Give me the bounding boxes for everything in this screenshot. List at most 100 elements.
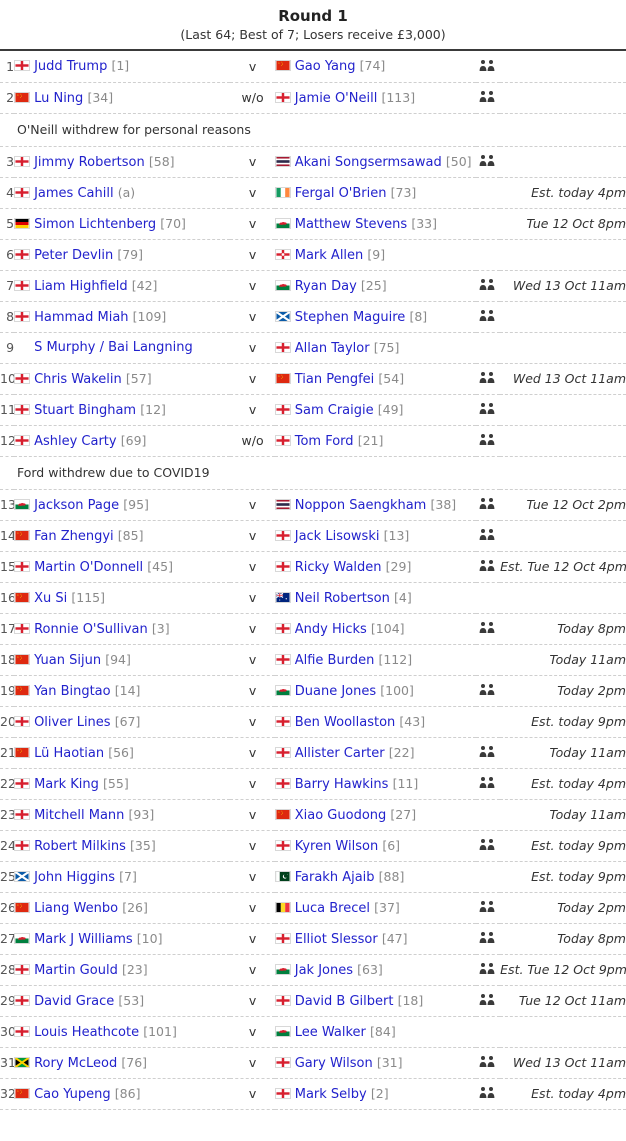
two-people-icon[interactable] [478,433,498,446]
player-one-name[interactable]: David Grace [34,994,114,1009]
versus-separator: v [230,1078,275,1110]
player-one-rank: [1] [111,58,130,74]
player-two-name[interactable]: Matthew Stevens [295,217,407,232]
two-people-icon[interactable] [478,962,498,975]
player-two-name[interactable]: Jack Lisowski [295,529,380,544]
player-two-name[interactable]: Tian Pengfei [295,372,375,387]
player-two-name[interactable]: Kyren Wilson [295,839,378,854]
player-two-name[interactable]: Farakh Ajaib [295,870,375,885]
player-one-name[interactable]: Judd Trump [34,59,107,74]
player-one-name[interactable]: James Cahill [34,186,114,201]
player-one-name[interactable]: Hammad Miah [34,310,128,325]
two-people-icon[interactable] [478,1086,498,1099]
player-two-name[interactable]: Allan Taylor [295,341,370,356]
player-two-name[interactable]: Alfie Burden [295,653,375,668]
player-one-name[interactable]: Martin O'Donnell [34,560,143,575]
two-people-icon[interactable] [478,90,498,103]
player-one-name[interactable]: Fan Zhengyi [34,529,114,544]
player-two-name[interactable]: David B Gilbert [295,994,394,1009]
two-people-icon[interactable] [478,900,498,913]
player-one-name[interactable]: Simon Lichtenberg [34,217,156,232]
player-two-name[interactable]: Sam Craigie [295,403,374,418]
player-one-name[interactable]: Lü Haotian [34,746,104,761]
match-time [500,520,626,552]
player-one-name[interactable]: Robert Milkins [34,839,126,854]
player-one-name[interactable]: Xu Si [34,591,67,606]
player-two-name[interactable]: Andy Hicks [295,622,367,637]
player-one-name[interactable]: Ashley Carty [34,434,117,449]
session-cell [476,1016,501,1048]
two-people-icon[interactable] [478,402,498,415]
player-one-name[interactable]: Mark King [34,777,99,792]
match-number: 27 [0,923,15,955]
player-one-name[interactable]: Chris Wakelin [34,372,122,387]
player-one-name[interactable]: Louis Heathcote [34,1025,139,1040]
player-two-name[interactable]: Elliot Slessor [295,932,378,947]
player-one-name[interactable]: Rory McLeod [34,1056,117,1071]
player-two-name[interactable]: Ben Woollaston [295,715,396,730]
player-two-name[interactable]: Barry Hawkins [295,777,389,792]
player-two-name[interactable]: Jak Jones [295,963,353,978]
player-one-name[interactable]: Yuan Sijun [34,653,101,668]
player-two-name[interactable]: Fergal O'Brien [295,186,387,201]
two-people-icon[interactable] [478,621,498,634]
player-two-name[interactable]: Noppon Saengkham [295,498,427,513]
two-people-icon[interactable] [478,559,498,572]
player-two-name[interactable]: Gao Yang [295,59,356,74]
two-people-icon[interactable] [478,1055,498,1068]
player-one-name[interactable]: Cao Yupeng [34,1087,111,1102]
two-people-icon[interactable] [478,993,498,1006]
two-people-icon[interactable] [478,154,498,167]
two-people-icon[interactable] [478,278,498,291]
withdrawal-note-row: Ford withdrew due to COVID19 [0,456,626,490]
player-one-name[interactable]: Jackson Page [34,498,119,513]
player-two-name[interactable]: Lee Walker [295,1025,366,1040]
player-two-name[interactable]: Xiao Guodong [295,808,387,823]
player-two-name[interactable]: Akani Songsermsawad [295,155,442,170]
player-one-name[interactable]: Martin Gould [34,963,118,978]
two-people-icon[interactable] [478,931,498,944]
player-one-name[interactable]: Peter Devlin [34,248,113,263]
player-one-name[interactable]: Mark J Williams [34,932,133,947]
player-two-cell: Noppon Saengkham [38] [274,489,477,521]
player-two-name[interactable]: Luca Brecel [295,901,370,916]
player-one-name[interactable]: Oliver Lines [34,715,111,730]
player-two-name[interactable]: Mark Allen [295,248,364,263]
two-people-icon[interactable] [478,838,498,851]
session-cell [476,177,501,209]
match-time: Today 8pm [500,613,626,645]
player-two-name[interactable]: Allister Carter [295,746,385,761]
player-two-name[interactable]: Neil Robertson [295,591,390,606]
two-people-icon[interactable] [478,59,498,72]
player-one-cell: Simon Lichtenberg [70] [14,208,231,240]
versus-separator: v [230,675,275,707]
player-two-name[interactable]: Mark Selby [295,1087,367,1102]
player-one-name[interactable]: Ronnie O'Sullivan [34,622,148,637]
two-people-icon[interactable] [478,745,498,758]
player-one-name[interactable]: Yan Bingtao [34,684,111,699]
two-people-icon[interactable] [478,309,498,322]
two-people-icon[interactable] [478,497,498,510]
player-one-name[interactable]: Stuart Bingham [34,403,136,418]
player-one-name[interactable]: Jimmy Robertson [34,155,145,170]
player-one-name[interactable]: S Murphy / Bai Langning [34,340,193,355]
player-one-name[interactable]: Liam Highfield [34,279,128,294]
player-two-name[interactable]: Tom Ford [295,434,354,449]
england-flag-icon [274,529,291,541]
two-people-icon[interactable] [478,776,498,789]
match-number: 15 [0,551,15,583]
player-one-name[interactable]: Mitchell Mann [34,808,124,823]
player-two-name[interactable]: Duane Jones [295,684,376,699]
player-two-name[interactable]: Stephen Maguire [295,310,406,325]
player-two-name[interactable]: Gary Wilson [295,1056,373,1071]
player-two-name[interactable]: Ryan Day [295,279,357,294]
player-one-name[interactable]: Liang Wenbo [34,901,118,916]
two-people-icon[interactable] [478,528,498,541]
player-one-name[interactable]: John Higgins [34,870,115,885]
two-people-icon[interactable] [478,371,498,384]
player-two-name[interactable]: Jamie O'Neill [295,91,378,106]
player-one-name[interactable]: Lu Ning [34,91,83,106]
two-people-icon[interactable] [478,683,498,696]
player-two-name[interactable]: Ricky Walden [295,560,382,575]
match-time: Wed 13 Oct 11am [500,1047,626,1079]
